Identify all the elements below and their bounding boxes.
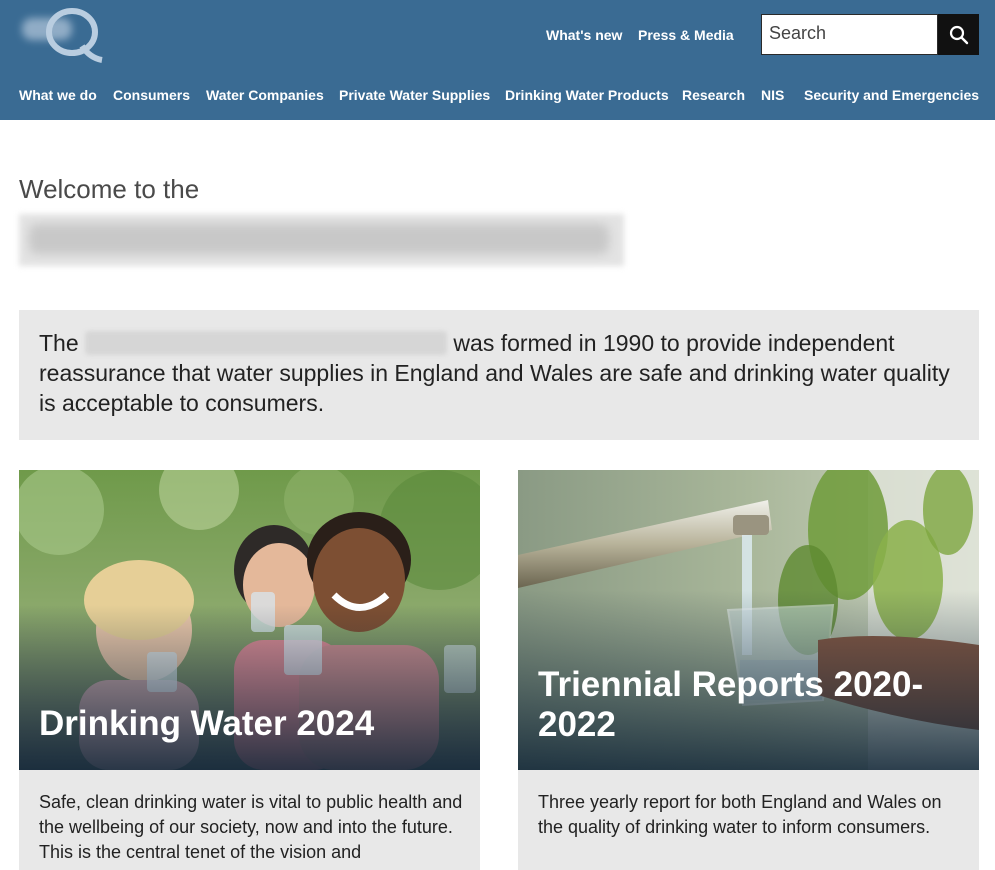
nav-consumers[interactable]: Consumers xyxy=(113,87,190,103)
card-description: Safe, clean drinking water is vital to p… xyxy=(39,792,463,862)
nav-research[interactable]: Research xyxy=(682,87,745,103)
logo-q-mark-icon xyxy=(46,8,103,63)
site-logo[interactable] xyxy=(18,6,104,64)
nav-private-water-supplies[interactable]: Private Water Supplies xyxy=(339,87,490,103)
site-title-blurred xyxy=(19,214,624,266)
card-title[interactable]: Drinking Water 2024 xyxy=(39,704,374,744)
nav-nis[interactable]: NIS xyxy=(761,87,784,103)
intro-panel: The was formed in 1990 to provide indepe… xyxy=(19,310,979,440)
whats-new-link[interactable]: What's new xyxy=(546,27,622,43)
card-drinking-water-2024[interactable]: Drinking Water 2024 Safe, clean drinking… xyxy=(19,470,480,870)
nav-drinking-water-products[interactable]: Drinking Water Products xyxy=(505,87,669,103)
welcome-heading: Welcome to the xyxy=(19,174,200,204)
site-header: What's new Press & Media What we do Cons… xyxy=(0,0,995,120)
nav-what-we-do[interactable]: What we do xyxy=(19,87,97,103)
card-title[interactable]: Triennial Reports 2020-2022 xyxy=(538,665,958,745)
search-box xyxy=(761,14,938,55)
intro-prefix: The xyxy=(39,330,79,356)
search-button[interactable] xyxy=(938,14,979,55)
press-media-link[interactable]: Press & Media xyxy=(638,27,734,43)
search-input[interactable] xyxy=(762,15,934,52)
card-image-children-drinking: Drinking Water 2024 xyxy=(19,470,480,770)
organisation-name-blurred xyxy=(85,331,448,355)
nav-water-companies[interactable]: Water Companies xyxy=(206,87,324,103)
card-description: Three yearly report for both England and… xyxy=(538,792,942,837)
search-icon xyxy=(949,25,968,44)
card-triennial-reports[interactable]: Triennial Reports 2020-2022 Three yearly… xyxy=(518,470,979,870)
nav-security-emergencies[interactable]: Security and Emergencies xyxy=(804,87,979,103)
card-image-tap-water-glass: Triennial Reports 2020-2022 xyxy=(518,470,979,770)
